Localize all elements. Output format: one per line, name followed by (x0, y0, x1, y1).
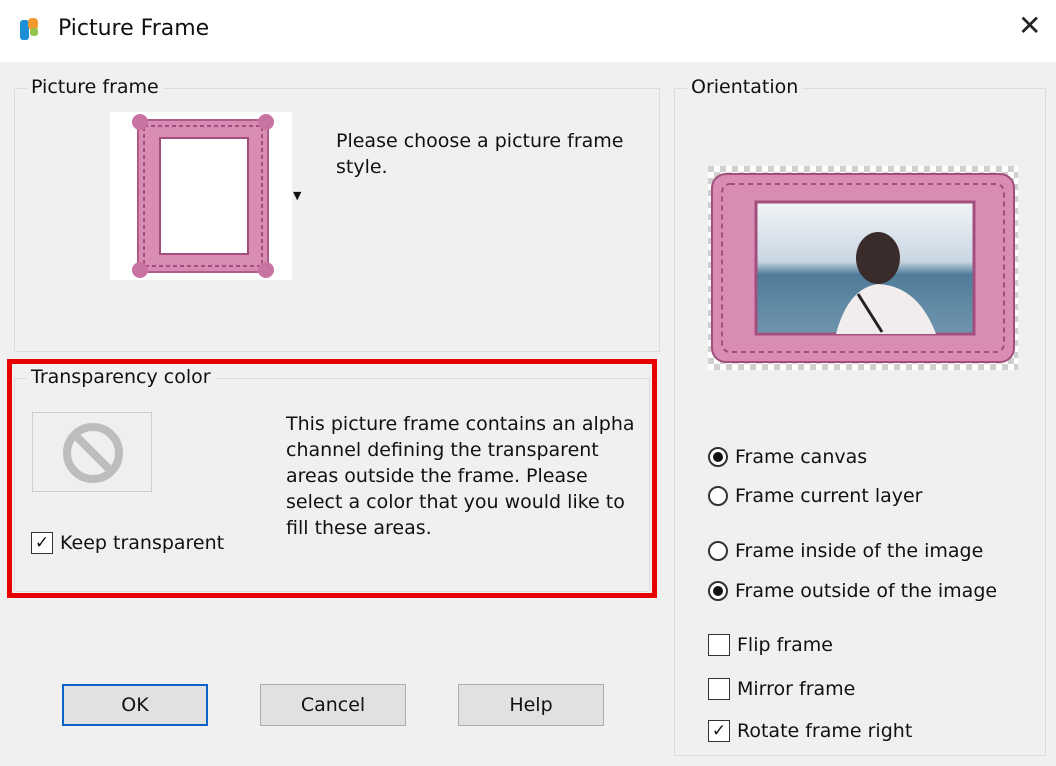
frame-canvas-radio[interactable]: Frame canvas (708, 446, 867, 468)
frame-preview (708, 166, 1018, 370)
help-button[interactable]: Help (458, 684, 604, 726)
frame-style-picker[interactable] (110, 112, 292, 280)
frame-inside-radio-circle (708, 541, 728, 561)
mirror-frame-label: Mirror frame (737, 678, 856, 700)
app-icon (20, 18, 38, 40)
mirror-frame-checkbox[interactable]: Mirror frame (708, 678, 855, 700)
flip-frame-checkbox[interactable]: Flip frame (708, 634, 833, 656)
rotate-frame-right-label: Rotate frame right (737, 720, 913, 742)
orientation-label: Orientation (687, 76, 803, 98)
frame-outside-label: Frame outside of the image (735, 580, 998, 602)
title-bar: Picture Frame ✕ (0, 0, 1056, 62)
frame-canvas-radio-circle (708, 447, 728, 467)
rotate-frame-right-checkmark: ✓ (708, 720, 730, 742)
rotate-frame-right-checkbox[interactable]: ✓ Rotate frame right (708, 720, 912, 742)
cancel-button[interactable]: Cancel (260, 684, 406, 726)
ok-button[interactable]: OK (62, 684, 208, 726)
close-icon[interactable]: ✕ (1018, 12, 1041, 40)
frame-outside-radio[interactable]: Frame outside of the image (708, 580, 997, 602)
ornate-frame-thumbnail-icon (132, 114, 274, 278)
mirror-frame-box (708, 678, 730, 700)
window-title: Picture Frame (58, 16, 210, 41)
frame-inside-radio[interactable]: Frame inside of the image (708, 540, 983, 562)
frame-style-dropdown-arrow[interactable]: ▼ (293, 189, 301, 202)
flip-frame-box (708, 634, 730, 656)
frame-style-instruction: Please choose a picture frame style. (336, 130, 624, 178)
flip-frame-label: Flip frame (737, 634, 833, 656)
frame-inside-label: Frame inside of the image (735, 540, 984, 562)
frame-canvas-label: Frame canvas (735, 446, 868, 468)
highlight-box (7, 359, 657, 598)
frame-current-layer-radio-circle (708, 486, 728, 506)
frame-current-layer-radio[interactable]: Frame current layer (708, 485, 923, 507)
frame-outside-radio-circle (708, 581, 728, 601)
picture-frame-label: Picture frame (27, 76, 163, 98)
frame-current-layer-label: Frame current layer (735, 485, 923, 507)
